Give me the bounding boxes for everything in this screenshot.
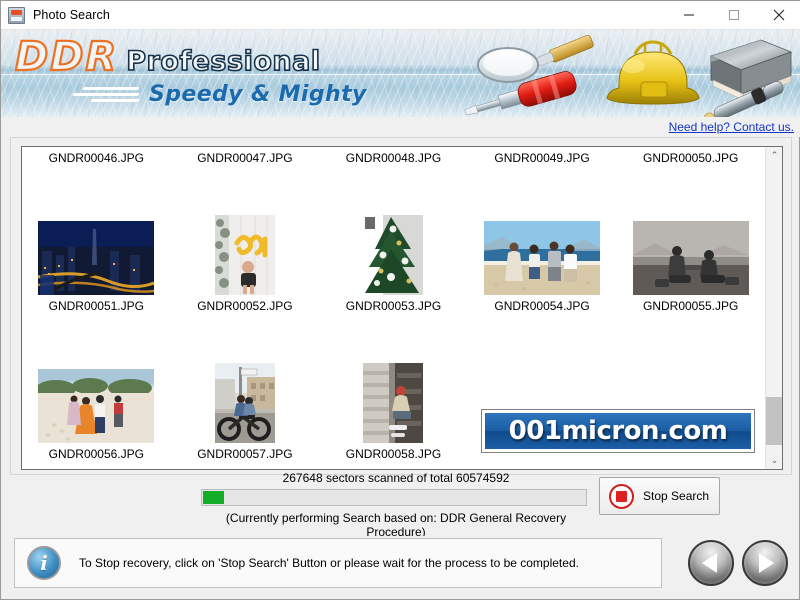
watermark-badge: 001micron.com bbox=[482, 410, 754, 452]
file-name-label: GNDR00047.JPG bbox=[197, 147, 292, 165]
table-row: GNDR00046.JPG GNDR00047.JPG GNDR00048.JP… bbox=[22, 147, 765, 165]
list-item[interactable]: GNDR00049.JPG bbox=[468, 147, 617, 165]
progress-label: 267648 sectors scanned of total 60574592 bbox=[201, 471, 591, 485]
thumbnail-beach-walk-group bbox=[38, 369, 154, 443]
brand-name: DDR bbox=[15, 34, 118, 80]
thumbnail-box bbox=[215, 355, 275, 443]
close-button[interactable] bbox=[756, 1, 800, 30]
info-icon: i bbox=[27, 546, 61, 580]
progress-bar bbox=[201, 489, 587, 506]
list-item[interactable]: GNDR00058.JPG bbox=[319, 355, 468, 461]
file-name-label: GNDR00051.JPG bbox=[49, 295, 144, 313]
thumbnail-box bbox=[38, 355, 154, 443]
thumbnail-box bbox=[363, 355, 423, 443]
file-name-label: GNDR00046.JPG bbox=[49, 147, 144, 165]
thumbnail-box bbox=[363, 207, 423, 295]
thumbnail-city-night-skyline bbox=[38, 221, 154, 295]
thumbnail-box bbox=[38, 207, 154, 295]
vertical-scrollbar[interactable]: ⌃ ⌄ bbox=[765, 147, 782, 469]
file-name-label: GNDR00058.JPG bbox=[346, 443, 441, 461]
file-name-label: GNDR00056.JPG bbox=[49, 443, 144, 461]
list-item[interactable]: GNDR00053.JPG bbox=[319, 207, 468, 313]
speed-lines-icon bbox=[67, 85, 139, 105]
application-window: Photo Search DDR Professional Speedy & M… bbox=[0, 0, 800, 600]
scan-progress-area: 267648 sectors scanned of total 60574592… bbox=[201, 471, 591, 523]
status-message: To Stop recovery, click on 'Stop Search'… bbox=[79, 556, 579, 570]
scroll-up-icon[interactable]: ⌃ bbox=[766, 147, 783, 164]
file-name-label: GNDR00052.JPG bbox=[197, 295, 292, 313]
list-item[interactable]: GNDR00050.JPG bbox=[616, 147, 765, 165]
progress-sub-label: (Currently performing Search based on: D… bbox=[201, 511, 591, 539]
contact-bar: Need help? Contact us. bbox=[1, 117, 800, 137]
title-bar: Photo Search bbox=[1, 1, 800, 30]
thumbnail-box bbox=[215, 207, 275, 295]
stop-search-button[interactable]: Stop Search bbox=[599, 477, 720, 515]
file-name-label: GNDR00050.JPG bbox=[643, 147, 738, 165]
app-icon bbox=[8, 7, 25, 24]
list-item[interactable]: GNDR00056.JPG bbox=[22, 355, 171, 461]
scroll-down-icon[interactable]: ⌄ bbox=[766, 452, 783, 469]
file-name-label: GNDR00054.JPG bbox=[494, 295, 589, 313]
tools-illustration bbox=[453, 32, 793, 117]
navigation-buttons bbox=[688, 540, 788, 586]
thumbnail-friends-on-beach bbox=[484, 221, 600, 295]
arrow-left-icon bbox=[702, 553, 717, 573]
list-item[interactable]: GNDR00055.JPG bbox=[616, 207, 765, 313]
stop-search-label: Stop Search bbox=[643, 489, 709, 503]
file-name-label: GNDR00048.JPG bbox=[346, 147, 441, 165]
list-item[interactable]: GNDR00054.JPG bbox=[468, 207, 617, 313]
contact-us-link[interactable]: Need help? Contact us. bbox=[669, 120, 794, 134]
status-message-box: i To Stop recovery, click on 'Stop Searc… bbox=[14, 538, 662, 588]
file-name-label: GNDR00049.JPG bbox=[494, 147, 589, 165]
list-item[interactable]: GNDR00048.JPG bbox=[319, 147, 468, 165]
window-title: Photo Search bbox=[33, 8, 110, 22]
next-button[interactable] bbox=[742, 540, 788, 586]
list-item[interactable]: GNDR00046.JPG bbox=[22, 147, 171, 165]
thumbnail-motorcycle-couple bbox=[215, 363, 275, 443]
table-row: GNDR00051.JPG bbox=[22, 207, 765, 313]
thumbnail-stairs-sitting bbox=[363, 363, 423, 443]
footer-bar: i To Stop recovery, click on 'Stop Searc… bbox=[10, 536, 792, 592]
back-button[interactable] bbox=[688, 540, 734, 586]
list-item[interactable]: GNDR00057.JPG bbox=[171, 355, 320, 461]
watermark-text: 001micron.com bbox=[509, 416, 728, 446]
thumbnail-couple-on-rocks bbox=[633, 221, 749, 295]
brand-logo: DDR Professional Speedy & Mighty bbox=[15, 34, 367, 107]
brand-banner: DDR Professional Speedy & Mighty bbox=[1, 30, 800, 117]
thumbnail-box bbox=[633, 207, 749, 295]
thumbnail-box bbox=[484, 207, 600, 295]
progress-bar-fill bbox=[203, 491, 224, 504]
list-item[interactable]: GNDR00051.JPG bbox=[22, 207, 171, 313]
minimize-button[interactable] bbox=[666, 1, 711, 30]
maximize-button[interactable] bbox=[711, 1, 756, 30]
brand-edition: Professional bbox=[126, 46, 320, 77]
thumbnail-christmas-tree bbox=[363, 215, 423, 295]
list-item[interactable]: GNDR00052.JPG bbox=[171, 207, 320, 313]
file-name-label: GNDR00057.JPG bbox=[197, 443, 292, 461]
scrollbar-thumb[interactable] bbox=[766, 397, 783, 445]
file-name-label: GNDR00053.JPG bbox=[346, 295, 441, 313]
window-controls bbox=[666, 1, 800, 30]
arrow-right-icon bbox=[759, 553, 774, 573]
list-item[interactable]: GNDR00047.JPG bbox=[171, 147, 320, 165]
file-name-label: GNDR00055.JPG bbox=[643, 295, 738, 313]
thumbnail-yay-balloons-girl bbox=[215, 215, 275, 295]
stop-square-icon bbox=[609, 484, 634, 509]
brand-tagline: Speedy & Mighty bbox=[149, 82, 367, 107]
